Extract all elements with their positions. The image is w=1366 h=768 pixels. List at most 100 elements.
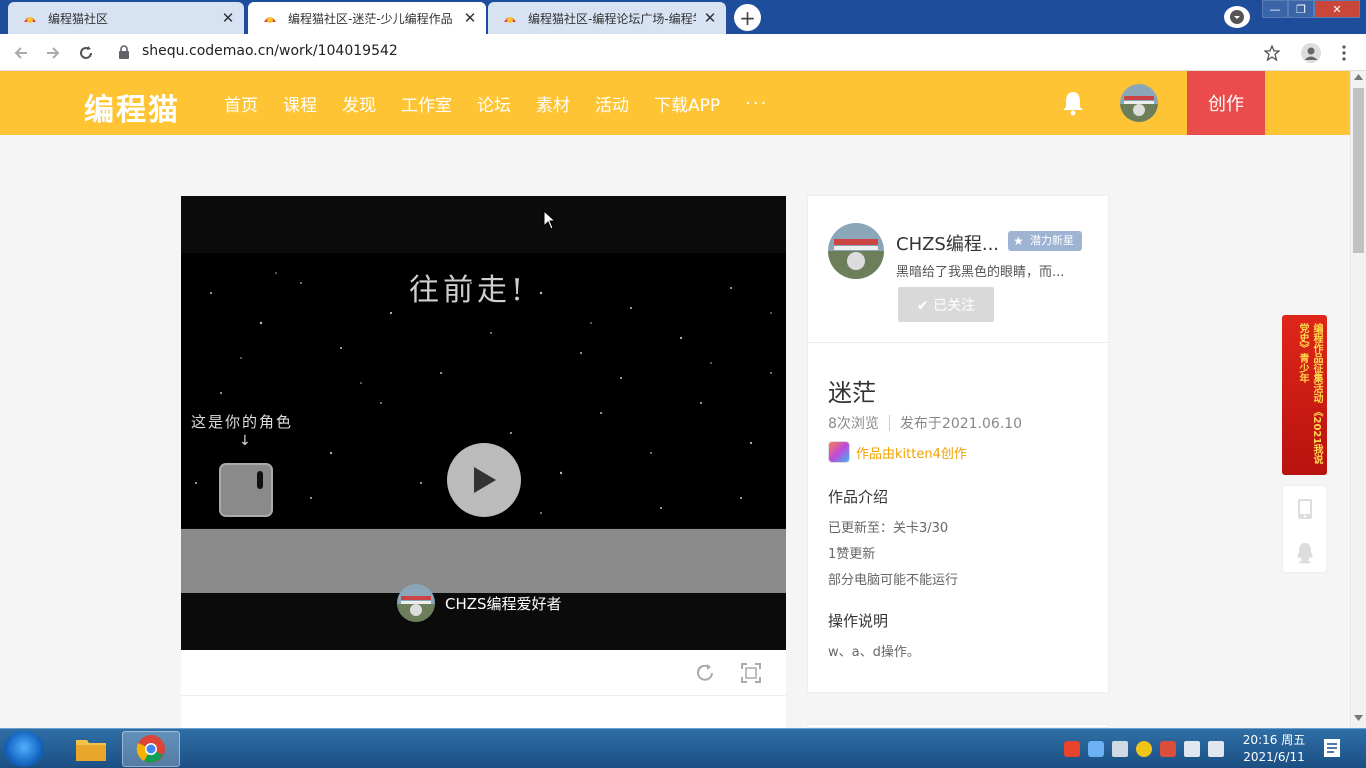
intro-line: 1赞更新	[828, 547, 876, 562]
meta-divider	[888, 415, 890, 431]
new-tab-plus-icon[interactable]: +	[734, 4, 761, 31]
tab-title: 编程猫社区-迷茫-少儿编程作品	[288, 11, 453, 26]
windows-taskbar: 20:16 周五 2021/6/11	[0, 728, 1366, 768]
author-name[interactable]: CHZS编程...	[896, 230, 999, 256]
scrollbar-thumb[interactable]	[1353, 88, 1364, 253]
floating-toolbar	[1282, 485, 1327, 573]
operations-text: w、a、d操作。	[828, 645, 920, 660]
nav-home[interactable]: 首页	[224, 91, 258, 116]
codemao-favicon-icon	[504, 17, 516, 23]
browser-menu-icon[interactable]	[1333, 42, 1355, 64]
clock-time: 20:16 周五	[1242, 733, 1306, 747]
tab-title: 编程猫社区	[48, 11, 109, 26]
back-arrow-icon[interactable]	[10, 42, 32, 64]
fullscreen-icon[interactable]	[740, 662, 762, 684]
maximize-window-icon[interactable]: ❐	[1288, 0, 1314, 18]
sogou-ime-icon[interactable]	[1064, 741, 1080, 757]
bookmark-star-icon[interactable]	[1261, 42, 1283, 64]
page-scrollbar[interactable]	[1350, 71, 1366, 728]
kitten-app-icon	[828, 441, 850, 463]
network-icon[interactable]	[1184, 741, 1200, 757]
nav-download-app[interactable]: 下载APP	[654, 91, 720, 116]
site-logo[interactable]: 编程猫	[84, 85, 180, 129]
action-center-icon[interactable]	[1322, 737, 1342, 759]
browser-tab-bar: 编程猫社区 ✕ 编程猫社区-迷茫-少儿编程作品 ✕ 编程猫社区-编程论坛广场-编…	[0, 0, 1366, 34]
audio-red-icon[interactable]	[1160, 741, 1176, 757]
event-banner[interactable]: 编程作品征集活动 《2021我说党史》青少年	[1282, 315, 1327, 475]
create-button[interactable]: 创作	[1187, 71, 1265, 135]
role-arrow: ↓	[239, 433, 251, 449]
codemao-favicon-icon	[24, 17, 36, 23]
operations-heading: 操作说明	[828, 612, 889, 630]
player-author-name: CHZS编程爱好者	[445, 594, 562, 613]
reload-icon[interactable]	[75, 42, 97, 64]
role-label: 这是你的角色	[191, 413, 294, 431]
author-avatar[interactable]	[828, 223, 884, 279]
follow-button[interactable]: ✔ 已关注	[898, 287, 994, 322]
author-card: CHZS编程... 潜力新星 黑暗给了我黑色的眼睛，而... ✔ 已关注	[807, 195, 1109, 343]
player-author-avatar	[397, 584, 435, 622]
nav-forum[interactable]: 论坛	[477, 91, 511, 116]
security-plus-icon[interactable]	[1136, 741, 1152, 757]
windows-start-icon[interactable]	[4, 731, 44, 767]
notification-bell-icon[interactable]	[1061, 90, 1085, 116]
nav-discover[interactable]: 发现	[342, 91, 376, 116]
nav-courses[interactable]: 课程	[283, 91, 317, 116]
system-tray	[1060, 729, 1228, 768]
browser-address-bar: shequ.codemao.cn/work/104019542	[0, 34, 1366, 71]
main-nav: 首页 课程 发现 工作室 论坛 素材 活动 下载APP ···	[224, 71, 793, 135]
browser-tab[interactable]: 编程猫社区-编程论坛广场-编程学 ✕	[488, 2, 726, 34]
scroll-down-arrow-icon[interactable]	[1354, 715, 1363, 721]
devices-icon[interactable]	[1112, 741, 1128, 757]
tab-close-icon[interactable]: ✕	[220, 9, 236, 27]
scroll-up-arrow-icon[interactable]	[1354, 74, 1363, 80]
taskbar-clock[interactable]: 20:16 周五 2021/6/11	[1236, 732, 1312, 766]
nav-studio[interactable]: 工作室	[401, 91, 452, 116]
made-with-text: 作品由kitten4创作	[856, 446, 967, 462]
qq-penguin-icon[interactable]	[1295, 542, 1315, 564]
forward-arrow-icon[interactable]	[42, 42, 64, 64]
stage-title-text: 往前走!	[409, 273, 528, 308]
tab-close-icon[interactable]: ✕	[462, 9, 478, 27]
play-icon[interactable]	[447, 443, 521, 517]
work-player: 往前走! 这是你的角色 ↓ CHZS编程爱好者	[181, 196, 786, 650]
nav-more[interactable]: ···	[745, 93, 768, 114]
player-control-bar	[181, 650, 786, 696]
browser-tab[interactable]: 编程猫社区 ✕	[8, 2, 244, 34]
tab-close-icon[interactable]: ✕	[702, 9, 718, 27]
chrome-taskbar-icon[interactable]	[122, 731, 180, 767]
header-user-avatar[interactable]	[1120, 84, 1158, 122]
volume-icon[interactable]	[1208, 741, 1224, 757]
intro-line: 部分电脑可能不能运行	[828, 573, 959, 588]
profile-icon[interactable]	[1300, 42, 1322, 64]
mobile-phone-icon[interactable]	[1297, 498, 1313, 520]
tab-title: 编程猫社区-编程论坛广场-编程学	[528, 11, 696, 26]
browser-tab-active[interactable]: 编程猫社区-迷茫-少儿编程作品 ✕	[248, 2, 486, 34]
nav-materials[interactable]: 素材	[536, 91, 570, 116]
lock-icon	[119, 45, 129, 59]
intro-heading: 作品介绍	[828, 488, 889, 506]
close-window-icon[interactable]: ✕	[1314, 0, 1360, 18]
author-level-badge: 潜力新星	[1008, 231, 1082, 251]
file-explorer-icon[interactable]	[62, 731, 120, 767]
player-character-sprite	[219, 463, 273, 517]
mouse-cursor-icon	[543, 210, 557, 230]
work-info-card: 迷茫 8次浏览 发布于2021.06.10 作品由kitten4创作 作品介绍 …	[807, 343, 1109, 693]
network-monitor-icon[interactable]	[1088, 741, 1104, 757]
clock-date: 2021/6/11	[1243, 750, 1305, 764]
nav-events[interactable]: 活动	[595, 91, 629, 116]
minimize-window-icon[interactable]: —	[1262, 0, 1288, 18]
work-meta: 8次浏览 发布于2021.06.10	[828, 413, 1022, 433]
work-title: 迷茫	[828, 379, 876, 407]
view-count: 8次浏览	[828, 416, 879, 432]
tab-search-chevron-icon[interactable]	[1224, 6, 1250, 28]
codemao-favicon-icon	[264, 17, 276, 23]
publish-date: 发布于2021.06.10	[899, 416, 1023, 432]
player-author-strip[interactable]: CHZS编程爱好者	[397, 584, 562, 622]
author-signature: 黑暗给了我黑色的眼睛，而...	[896, 265, 1065, 280]
made-with-kitten[interactable]: 作品由kitten4创作	[828, 441, 967, 463]
restart-icon[interactable]	[694, 662, 716, 684]
url-text[interactable]: shequ.codemao.cn/work/104019542	[142, 43, 398, 59]
game-stage[interactable]: 往前走! 这是你的角色 ↓	[181, 253, 786, 528]
intro-line: 已更新至：关卡3/30	[828, 521, 949, 536]
